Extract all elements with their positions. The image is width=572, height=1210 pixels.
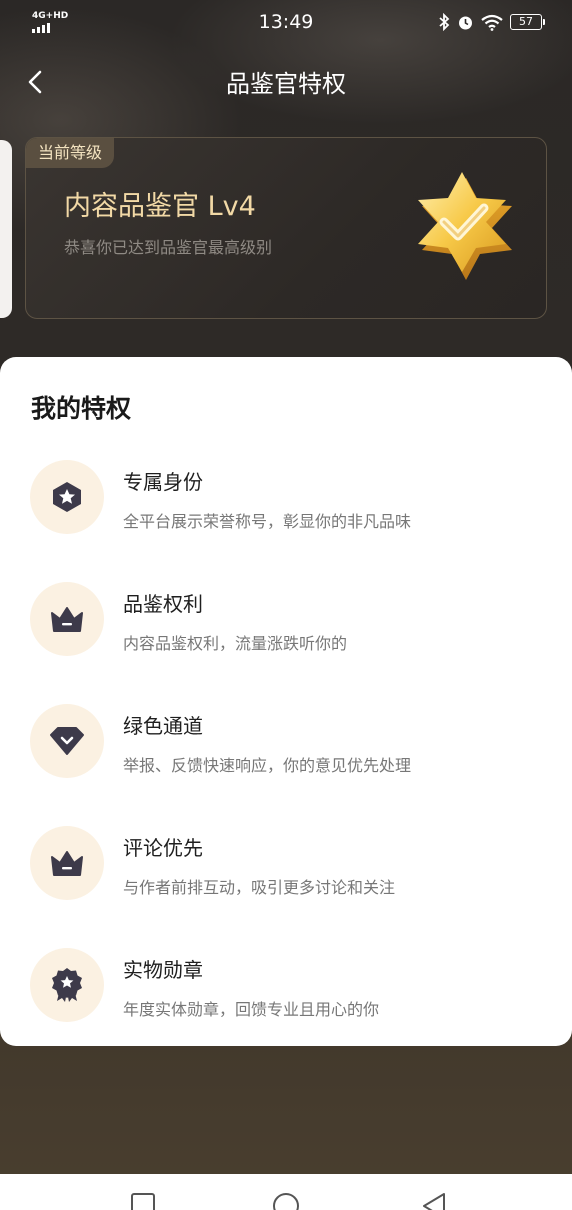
back-triangle-icon[interactable] bbox=[420, 1192, 448, 1210]
privilege-name: 评论优先 bbox=[123, 836, 203, 860]
privilege-description: 内容品鉴权利，流量涨跌听你的 bbox=[123, 634, 348, 653]
status-bar: 4G+HD 13:49 57 bbox=[0, 0, 572, 44]
privilege-description: 全平台展示荣誉称号，彰显你的非凡品味 bbox=[123, 512, 412, 531]
privilege-icon-bg bbox=[30, 582, 104, 656]
crown-icon bbox=[51, 607, 83, 632]
privilege-icon-bg bbox=[30, 948, 104, 1022]
pentagon-star-icon bbox=[53, 482, 81, 512]
adjacent-level-card-peek[interactable] bbox=[0, 140, 12, 318]
crown-icon bbox=[51, 851, 83, 876]
level-name: 内容品鉴官 Lv4 bbox=[64, 191, 256, 222]
status-time: 13:49 bbox=[258, 11, 314, 33]
privilege-description: 年度实体勋章，回馈专业且用心的你 bbox=[123, 1000, 380, 1019]
gold-star-badge-icon bbox=[418, 172, 512, 280]
privilege-item[interactable]: 品鉴权利 内容品鉴权利，流量涨跌听你的 bbox=[0, 582, 572, 682]
privilege-name: 实物勋章 bbox=[123, 958, 203, 982]
privilege-description: 举报、反馈快速响应，你的意见优先处理 bbox=[123, 756, 412, 775]
privilege-name: 品鉴权利 bbox=[123, 592, 203, 616]
nav-bar: 品鉴官特权 bbox=[0, 52, 572, 108]
current-level-card: 当前等级 内容品鉴官 Lv4 恭喜你已达到品鉴官最高级别 bbox=[25, 137, 547, 319]
page-title: 品鉴官特权 bbox=[226, 70, 346, 98]
privilege-item[interactable]: 专属身份 全平台展示荣誉称号，彰显你的非凡品味 bbox=[0, 460, 572, 560]
current-level-tag: 当前等级 bbox=[26, 138, 115, 168]
privilege-item[interactable]: 实物勋章 年度实体勋章，回馈专业且用心的你 bbox=[0, 948, 572, 1048]
privilege-icon-bg bbox=[30, 460, 104, 534]
privilege-icon-bg bbox=[30, 826, 104, 900]
privilege-item[interactable]: 评论优先 与作者前排互动，吸引更多讨论和关注 bbox=[0, 826, 572, 926]
privilege-name: 专属身份 bbox=[123, 470, 203, 494]
recent-apps-icon[interactable] bbox=[130, 1192, 156, 1210]
privilege-name: 绿色通道 bbox=[123, 714, 203, 738]
medal-icon bbox=[52, 968, 82, 1002]
privilege-item[interactable]: 绿色通道 举报、反馈快速响应，你的意见优先处理 bbox=[0, 704, 572, 804]
privileges-panel: 我的特权 专属身份 全平台展示荣誉称号，彰显你的非凡品味 品鉴权利 内容品鉴权利… bbox=[0, 357, 572, 1046]
privilege-description: 与作者前排互动，吸引更多讨论和关注 bbox=[123, 878, 396, 897]
home-icon[interactable] bbox=[272, 1192, 300, 1210]
privilege-icon-bg bbox=[30, 704, 104, 778]
system-nav-bar bbox=[0, 1174, 572, 1210]
level-description: 恭喜你已达到品鉴官最高级别 bbox=[64, 238, 273, 257]
diamond-check-icon bbox=[50, 727, 84, 755]
battery-indicator: 57 bbox=[510, 14, 545, 30]
privileges-title: 我的特权 bbox=[31, 394, 132, 423]
